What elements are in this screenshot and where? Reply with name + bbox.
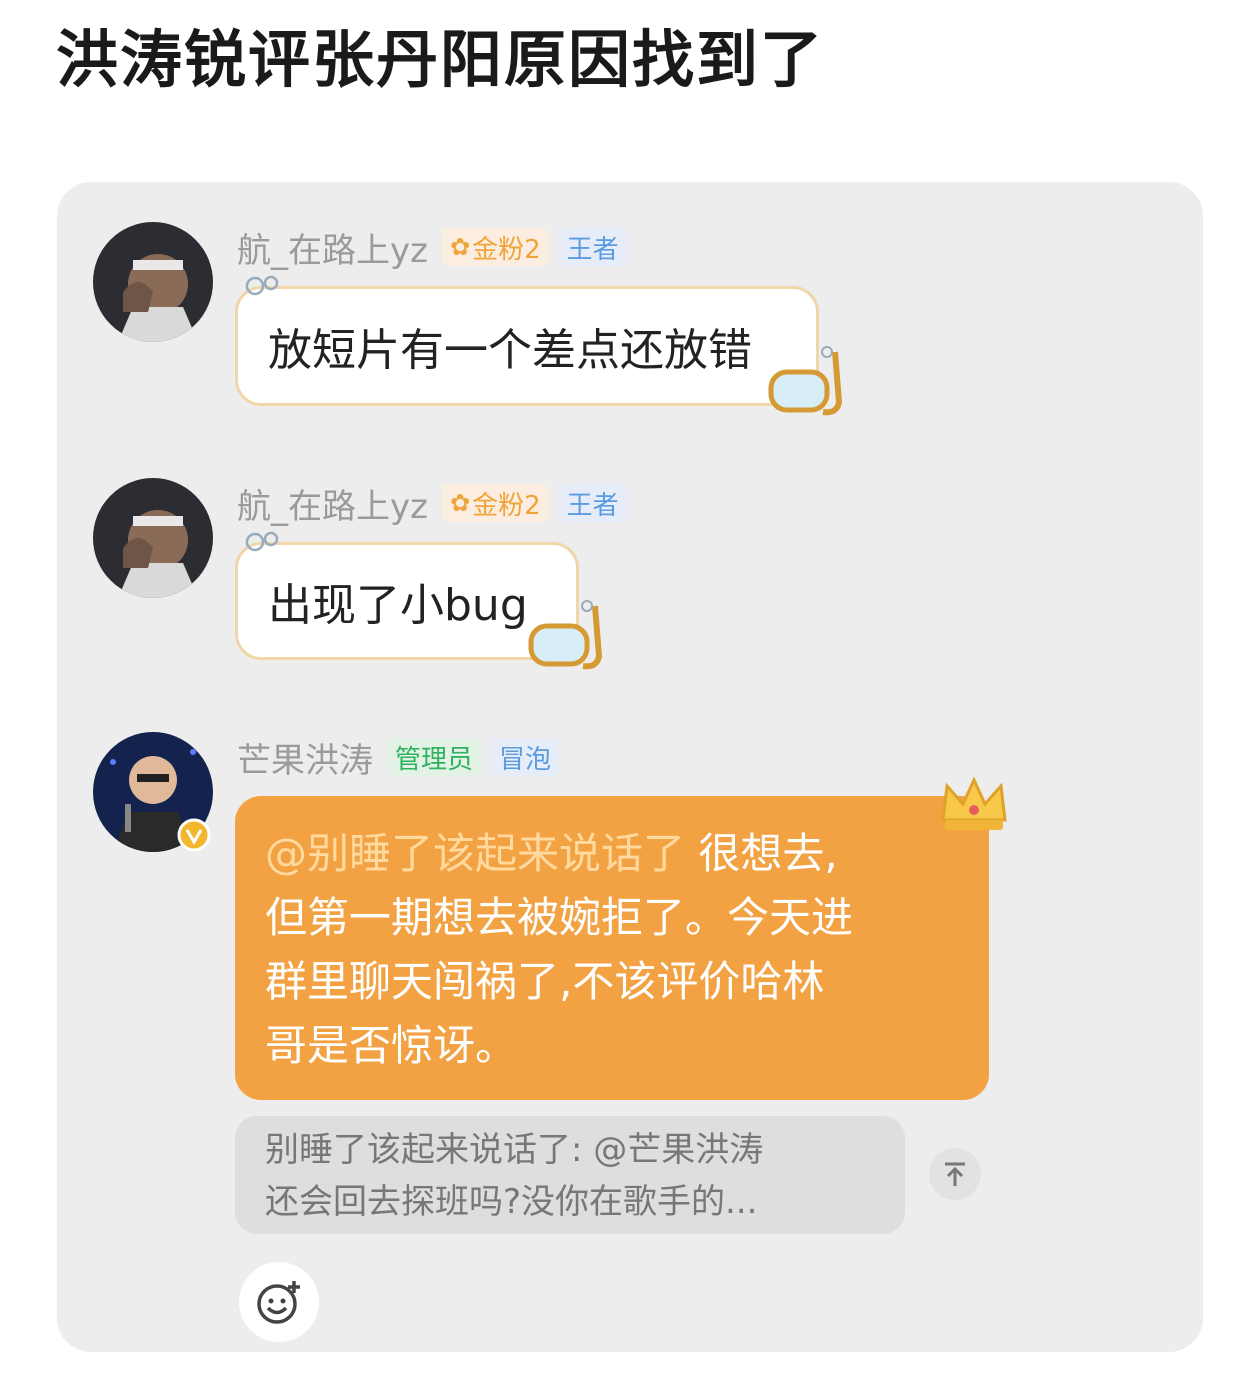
- message-line: 哥是否惊讶。: [265, 1021, 518, 1070]
- scroll-to-quote-button[interactable]: [929, 1148, 981, 1200]
- snorkel-goggles-icon: [768, 346, 843, 416]
- message-line: 但第一期想去被婉拒了。今天进: [265, 893, 854, 942]
- avatar-user2[interactable]: [93, 478, 213, 598]
- message-header: 芒果洪涛 管理员 冒泡: [237, 733, 569, 782]
- username[interactable]: 航_在路上yz: [237, 223, 428, 272]
- message-text: 出现了小bug: [268, 580, 528, 631]
- message-header: 航_在路上yz ✿ 金粉2 王者: [237, 223, 637, 272]
- verified-v-icon: [177, 818, 211, 852]
- message-line: 群里聊天闯祸了,不该评价哈林: [265, 957, 825, 1006]
- message-bubble-admin[interactable]: @别睡了该起来说话了 很想去, 但第一期想去被婉拒了。今天进 群里聊天闯祸了,不…: [235, 796, 989, 1100]
- avatar-user1[interactable]: [93, 222, 213, 342]
- quote-line: 还会回去探班吗?没你在歌手的...: [265, 1182, 758, 1222]
- flower-icon: ✿: [449, 489, 471, 517]
- bubbles-icon: [245, 531, 279, 552]
- username[interactable]: 航_在路上yz: [237, 479, 428, 528]
- emoji-add-icon: [257, 1281, 300, 1324]
- message-header: 航_在路上yz ✿ 金粉2 王者: [237, 479, 637, 528]
- rank-badge: 王者: [558, 484, 627, 522]
- mention-link[interactable]: @别睡了该起来说话了: [265, 829, 685, 878]
- fan-badge: ✿ 金粉2: [441, 484, 549, 522]
- fan-badge-label: 金粉2: [472, 490, 541, 521]
- rank-badge: 王者: [558, 228, 627, 266]
- fan-badge: ✿ 金粉2: [441, 228, 549, 266]
- fan-badge-label: 金粉2: [472, 234, 541, 265]
- message-text: 放短片有一个差点还放错: [268, 325, 752, 376]
- message-text: 很想去,: [685, 829, 838, 878]
- username[interactable]: 芒果洪涛: [237, 733, 373, 782]
- page-title: 洪涛锐评张丹阳原因找到了: [56, 23, 825, 96]
- bubbles-icon: [245, 275, 279, 296]
- snorkel-goggles-icon: [528, 600, 603, 670]
- arrow-up-to-top-icon: [945, 1162, 965, 1186]
- add-reaction-button[interactable]: [239, 1262, 319, 1342]
- quote-line: 别睡了该起来说话了: @芒果洪涛: [265, 1130, 764, 1170]
- flower-icon: ✿: [449, 233, 471, 261]
- quoted-reply[interactable]: 别睡了该起来说话了: @芒果洪涛 还会回去探班吗?没你在歌手的...: [235, 1116, 905, 1234]
- chat-card: 航_在路上yz ✿ 金粉2 王者 放短片有一个差点还放错 航_在路上yz ✿ 金…: [57, 182, 1203, 1352]
- crown-icon: [941, 776, 1007, 830]
- message-line: @别睡了该起来说话了 很想去,: [265, 822, 959, 886]
- message-bubble[interactable]: 放短片有一个差点还放错: [235, 286, 819, 406]
- admin-badge: 管理员: [387, 738, 482, 776]
- rank-badge: 冒泡: [491, 738, 560, 776]
